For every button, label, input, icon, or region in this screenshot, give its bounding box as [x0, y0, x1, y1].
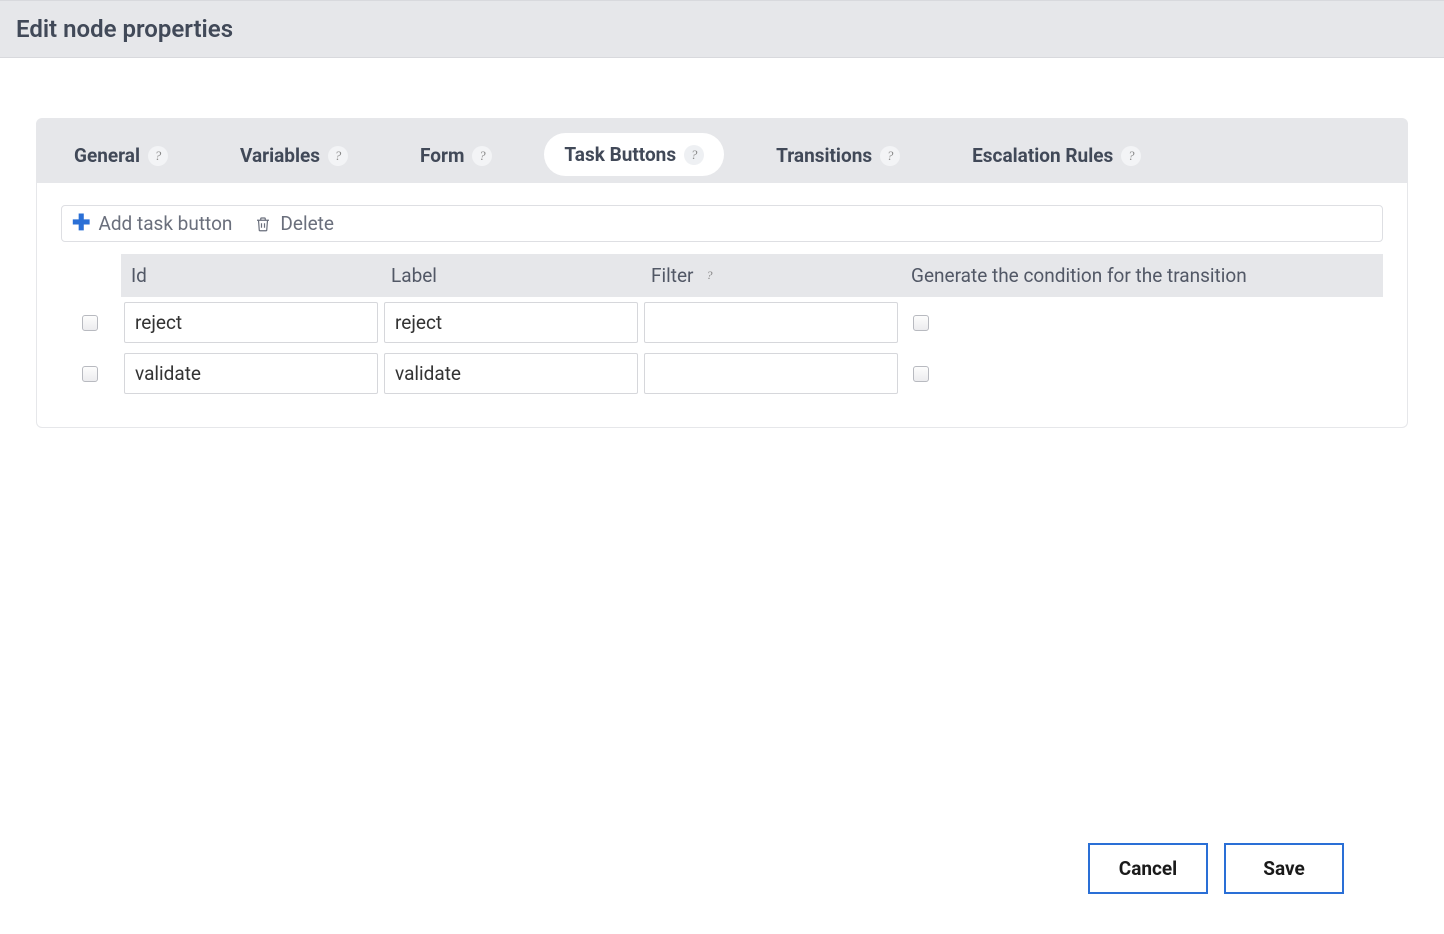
column-header-id: Id: [121, 254, 381, 297]
generate-condition-checkbox[interactable]: [913, 315, 929, 331]
trash-icon: [254, 214, 272, 234]
save-button[interactable]: Save: [1224, 843, 1344, 894]
header-text: Filter: [651, 264, 693, 287]
add-task-button[interactable]: ✚ Add task button: [72, 212, 232, 235]
dialog-footer: Cancel Save: [1088, 843, 1344, 894]
table-row: [901, 297, 1383, 348]
toolbar: ✚ Add task button Delete: [61, 205, 1383, 242]
delete-button[interactable]: Delete: [254, 212, 334, 235]
tab-label: Form: [420, 144, 464, 167]
tab-transitions[interactable]: Transitions ?: [756, 132, 920, 183]
tab-form[interactable]: Form ?: [400, 132, 512, 183]
table-row: [61, 348, 121, 399]
row-select-checkbox[interactable]: [82, 366, 98, 382]
dialog-header: Edit node properties: [0, 0, 1444, 58]
id-input[interactable]: [124, 353, 378, 394]
tab-panel: ✚ Add task button Delete Id Label Filter…: [36, 183, 1408, 428]
filter-input[interactable]: [644, 302, 898, 343]
tabs-bar: General ? Variables ? Form ? Task Button…: [36, 118, 1408, 183]
table-row: [641, 348, 901, 399]
column-header-select: [61, 254, 121, 297]
help-icon[interactable]: ?: [1121, 146, 1141, 166]
help-icon[interactable]: ?: [472, 146, 492, 166]
task-buttons-grid: Id Label Filter ? Generate the condition…: [61, 254, 1383, 399]
table-row: [901, 348, 1383, 399]
tab-label: General: [74, 144, 140, 167]
tab-label: Escalation Rules: [972, 144, 1113, 167]
table-row: [381, 297, 641, 348]
row-select-checkbox[interactable]: [82, 315, 98, 331]
filter-input[interactable]: [644, 353, 898, 394]
column-header-condition: Generate the condition for the transitio…: [901, 254, 1383, 297]
help-icon[interactable]: ?: [148, 146, 168, 166]
tab-label: Task Buttons: [564, 143, 676, 166]
dialog-content: General ? Variables ? Form ? Task Button…: [0, 58, 1444, 448]
label-input[interactable]: [384, 353, 638, 394]
table-row: [121, 297, 381, 348]
table-row: [381, 348, 641, 399]
generate-condition-checkbox[interactable]: [913, 366, 929, 382]
help-icon[interactable]: ?: [701, 268, 717, 284]
table-row: [641, 297, 901, 348]
tab-label: Variables: [240, 144, 320, 167]
cancel-button[interactable]: Cancel: [1088, 843, 1208, 894]
help-icon[interactable]: ?: [880, 146, 900, 166]
tab-general[interactable]: General ?: [54, 132, 188, 183]
tab-label: Transitions: [776, 144, 872, 167]
help-icon[interactable]: ?: [684, 145, 704, 165]
delete-label: Delete: [280, 212, 334, 235]
column-header-label: Label: [381, 254, 641, 297]
dialog-title: Edit node properties: [16, 15, 1428, 43]
tab-task-buttons[interactable]: Task Buttons ?: [544, 133, 724, 176]
tab-variables[interactable]: Variables ?: [220, 132, 368, 183]
plus-icon: ✚: [72, 213, 90, 235]
table-row: [121, 348, 381, 399]
label-input[interactable]: [384, 302, 638, 343]
help-icon[interactable]: ?: [328, 146, 348, 166]
id-input[interactable]: [124, 302, 378, 343]
tab-escalation-rules[interactable]: Escalation Rules ?: [952, 132, 1161, 183]
column-header-filter: Filter ?: [641, 254, 901, 297]
add-label: Add task button: [98, 212, 232, 235]
table-row: [61, 297, 121, 348]
